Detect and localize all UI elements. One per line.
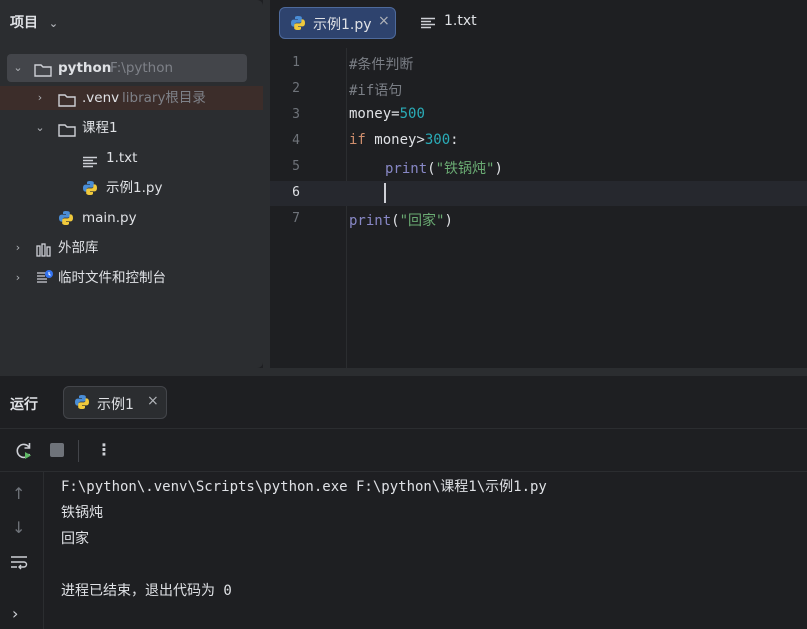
code-keyword: if <box>349 132 366 148</box>
tree-item-external-libs[interactable]: › 外部库 <box>8 236 228 260</box>
code-line-3: money=500 <box>349 106 425 122</box>
run-title: 运行 <box>10 397 38 413</box>
text-cursor <box>384 183 386 203</box>
code-op: ( <box>391 213 400 229</box>
code-line-5: print("铁锅炖") <box>385 158 503 178</box>
run-panel: 运行 示例1 × ⋮ ↑ ↓ › F:\python\.venv\Scripts… <box>0 376 807 629</box>
folder-icon <box>58 91 76 115</box>
folder-icon <box>58 121 76 145</box>
tree-item-course1[interactable]: ⌄ 课程1 <box>30 116 230 140</box>
python-icon <box>82 180 98 204</box>
toolbar-separator <box>78 440 79 462</box>
console-line: 铁锅炖 <box>61 505 103 521</box>
code-function: print <box>385 161 428 177</box>
code-op: ) <box>444 213 453 229</box>
panel-splitter[interactable] <box>0 368 807 376</box>
code-var: money <box>349 106 392 122</box>
code-number: 500 <box>399 106 425 122</box>
rerun-icon[interactable] <box>14 441 34 465</box>
arrow-down-icon[interactable]: ↓ <box>12 518 25 537</box>
tree-item-example[interactable]: 示例1.py <box>82 176 232 200</box>
chevron-down-icon: ⌄ <box>48 17 59 30</box>
code-var: money> <box>365 132 425 148</box>
example-name: 示例1.py <box>106 180 163 196</box>
code-op: ( <box>427 161 436 177</box>
run-tab[interactable]: 示例1 × <box>63 386 167 419</box>
code-area[interactable]: #条件判断 #if语句 money=500 if money>300: prin… <box>270 0 807 368</box>
project-panel: 项目 ⌄ ⌄ python F:\python › .venv library根… <box>0 0 263 368</box>
close-icon[interactable]: × <box>147 393 159 409</box>
root-name: python <box>58 60 112 76</box>
more-options-icon[interactable]: ⋮ <box>96 440 112 459</box>
project-header[interactable]: 项目 ⌄ <box>10 12 58 32</box>
project-header-label: 项目 <box>10 15 38 31</box>
code-line-1: #条件判断 <box>349 57 414 73</box>
python-icon <box>58 210 74 234</box>
text-file-icon <box>82 152 98 176</box>
vertical-splitter[interactable] <box>263 0 270 368</box>
chevron-down-icon[interactable]: ⌄ <box>32 116 48 140</box>
divider <box>0 471 807 472</box>
stop-icon[interactable] <box>50 443 64 457</box>
chevron-right-icon[interactable]: › <box>32 86 48 110</box>
code-line-4: if money>300: <box>349 132 459 148</box>
venv-hint: library根目录 <box>122 90 206 106</box>
side-divider <box>43 472 44 629</box>
tree-item-txt[interactable]: 1.txt <box>82 146 232 170</box>
chevron-right-icon[interactable]: › <box>12 604 18 623</box>
tree-item-root[interactable]: ⌄ python F:\python <box>8 56 248 80</box>
root-path: F:\python <box>110 60 174 76</box>
course1-name: 课程1 <box>82 120 118 136</box>
code-string: "铁锅炖" <box>435 161 495 177</box>
chevron-right-icon[interactable]: › <box>10 236 26 260</box>
tree-item-main[interactable]: main.py <box>58 206 208 230</box>
code-number: 300 <box>424 132 451 148</box>
arrow-up-icon[interactable]: ↑ <box>12 484 25 503</box>
run-tab-label: 示例1 <box>97 397 134 413</box>
python-icon <box>74 394 90 414</box>
console-line: 回家 <box>61 531 89 547</box>
scratches-icon <box>36 269 54 293</box>
code-op: ) <box>494 161 503 177</box>
venv-name: .venv <box>82 90 120 106</box>
code-function: print <box>349 213 392 229</box>
divider <box>0 428 807 429</box>
chevron-right-icon[interactable]: › <box>10 266 26 290</box>
external-libs-label: 外部库 <box>58 240 99 256</box>
txt-name: 1.txt <box>106 150 138 166</box>
console-line: F:\python\.venv\Scripts\python.exe F:\py… <box>61 479 547 495</box>
console-line: 进程已结束，退出代码为 0 <box>61 583 232 599</box>
tree-item-venv[interactable]: › .venv library根目录 <box>30 86 260 110</box>
soft-wrap-icon[interactable] <box>10 554 28 574</box>
folder-icon <box>34 61 52 85</box>
editor-panel: 示例1.py × 1.txt 1 2 3 4 5 6 7 #条件判断 #if语句… <box>270 0 807 368</box>
scratches-label: 临时文件和控制台 <box>58 270 166 286</box>
code-op: = <box>391 106 400 122</box>
chevron-down-icon[interactable]: ⌄ <box>10 56 26 80</box>
library-icon <box>36 241 52 265</box>
code-op: : <box>450 132 459 148</box>
code-line-7: print("回家") <box>349 210 453 230</box>
main-name: main.py <box>82 210 137 226</box>
tree-item-scratches[interactable]: › 临时文件和控制台 <box>8 266 248 290</box>
code-line-2: #if语句 <box>349 83 403 99</box>
code-string: "回家" <box>399 213 445 229</box>
